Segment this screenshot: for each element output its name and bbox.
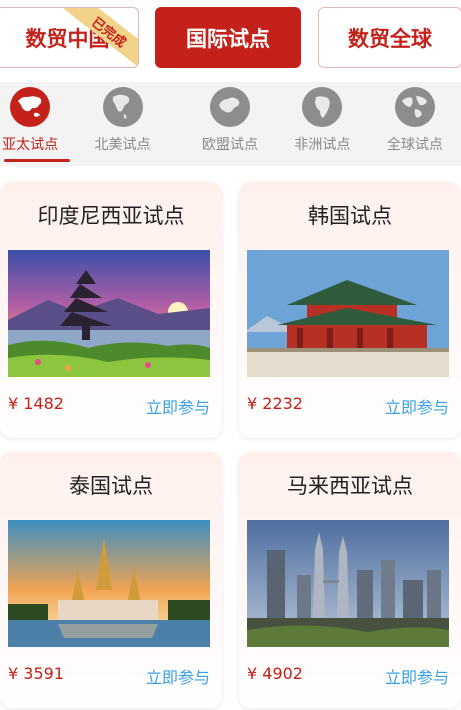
card-title: 韩国试点 — [308, 204, 392, 228]
tab-digital-trade-china[interactable]: 数贸中国 已完成 — [0, 7, 139, 68]
region-label: 欧盟试点 — [202, 137, 259, 153]
region-nav: 亚太试点 北美试点 欧盟试点 非洲试点 全球试点 — [0, 82, 461, 166]
europe-globe-icon — [210, 87, 251, 127]
active-indicator — [4, 159, 70, 162]
pilot-card-korea[interactable]: 韩国试点 ¥ 2232 立即参与 — [239, 182, 461, 438]
region-tab-europe[interactable]: 欧盟试点 — [184, 82, 276, 166]
north-america-globe-icon — [102, 87, 143, 127]
tab-label: 国际试点 — [186, 26, 270, 51]
region-label: 亚太试点 — [2, 137, 59, 153]
tab-digital-trade-global[interactable]: 数贸全球 — [318, 7, 461, 68]
card-price: ¥ 3591 — [8, 664, 64, 683]
region-label: 非洲试点 — [294, 137, 351, 153]
join-now-link[interactable]: 立即参与 — [146, 664, 210, 688]
join-now-link[interactable]: 立即参与 — [146, 394, 210, 418]
join-now-link[interactable]: 立即参与 — [385, 664, 449, 688]
pilot-card-thailand[interactable]: 泰国试点 ¥ 3591 立即参与 — [0, 452, 222, 708]
card-title: 印度尼西亚试点 — [37, 204, 185, 228]
pilot-card-malaysia[interactable]: 马来西亚试点 ¥ 4902 立即参与 — [239, 452, 461, 708]
region-tab-global[interactable]: 全球试点 — [369, 82, 461, 166]
card-title: 马来西亚试点 — [287, 474, 413, 498]
card-price: ¥ 2232 — [247, 394, 303, 413]
region-tab-asia-pacific[interactable]: 亚太试点 — [0, 82, 70, 166]
region-tab-africa[interactable]: 非洲试点 — [276, 82, 368, 166]
program-tabs: 数贸中国 已完成 国际试点 数贸全球 — [0, 0, 461, 80]
korea-palace-photo — [247, 250, 449, 377]
card-title: 泰国试点 — [69, 474, 153, 498]
tab-international-pilot[interactable]: 国际试点 — [155, 7, 301, 68]
bali-temple-photo — [8, 250, 210, 377]
africa-globe-icon — [302, 87, 343, 127]
kuala-lumpur-skyline-photo — [247, 520, 449, 647]
thailand-temple-photo — [8, 520, 210, 647]
region-label: 全球试点 — [386, 137, 443, 153]
pilot-card-indonesia[interactable]: 印度尼西亚试点 ¥ 1482 立即参与 — [0, 182, 222, 438]
join-now-link[interactable]: 立即参与 — [385, 394, 449, 418]
card-price: ¥ 1482 — [8, 394, 64, 413]
world-globe-icon — [394, 87, 435, 127]
tab-label: 数贸全球 — [348, 26, 432, 51]
card-price: ¥ 4902 — [247, 664, 303, 683]
region-tab-north-america[interactable]: 北美试点 — [61, 82, 184, 166]
region-label: 北美试点 — [94, 137, 151, 153]
asia-globe-icon — [10, 87, 51, 127]
